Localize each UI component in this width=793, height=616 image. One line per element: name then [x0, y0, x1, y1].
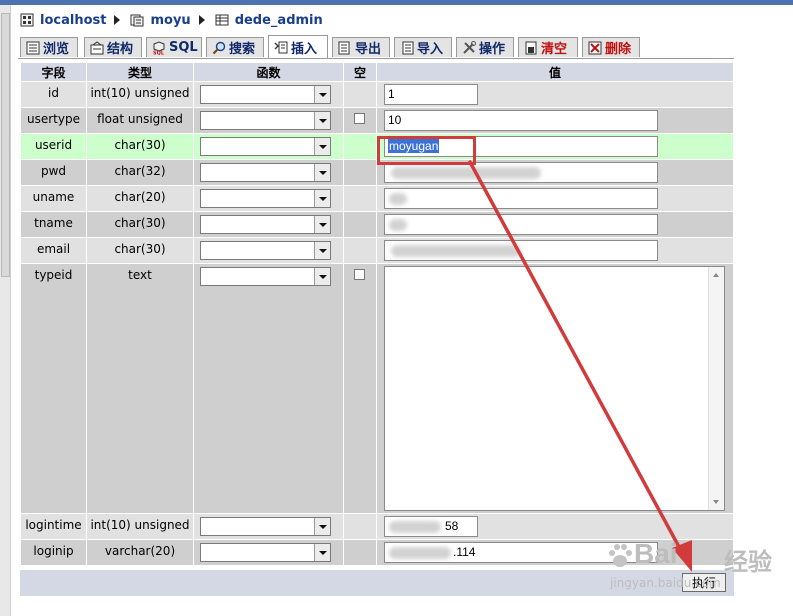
baidu-paw-icon: [609, 544, 632, 567]
watermark-url: jingyan.baidu.com: [610, 576, 721, 590]
watermark-brand: Bai: [634, 538, 678, 569]
annotation-arrow: [468, 160, 692, 572]
watermark-brand-cn: 经验: [724, 548, 772, 576]
baidu-watermark: Bai 经验 jingyan.baidu.com: [606, 538, 786, 594]
